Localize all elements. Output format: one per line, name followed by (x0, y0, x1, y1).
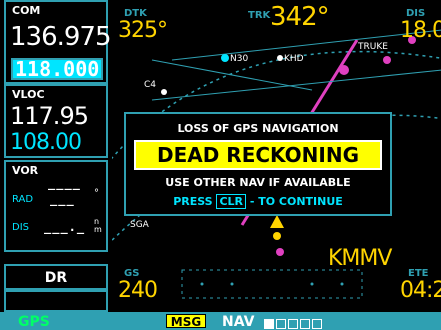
com-section[interactable]: COM 136.975 118.000 (4, 0, 112, 84)
nav-signal-indicator (264, 316, 330, 329)
destination-symbol (276, 248, 284, 256)
dtk-value: 325° (118, 18, 168, 43)
dis-label: DIS (12, 222, 29, 233)
com-header: COM (12, 4, 41, 17)
com-active-frequency: 136.975 (10, 22, 112, 52)
vor-ident: ____ (48, 176, 81, 190)
airway-2 (151, 69, 441, 101)
waypoint-sga: SGA (130, 220, 149, 230)
empty-field (4, 290, 108, 312)
vloc-active-frequency: 117.95 (10, 102, 89, 130)
mode-gps: GPS (18, 314, 50, 330)
gps-screen: COM 136.975 118.000 VLOC 117.95 108.00 V… (0, 0, 441, 330)
vloc-standby-frequency[interactable]: 108.00 (10, 130, 82, 155)
nav-annunciator: NAV (222, 314, 255, 330)
airport-symbol-1 (270, 215, 284, 228)
airport-symbol-2 (273, 232, 281, 240)
waypoint-truke: TRUKE (358, 42, 388, 52)
dis-value: ___._ (44, 220, 86, 234)
dr-label: DR (44, 270, 68, 286)
airway-3 (151, 59, 313, 91)
com-standby-frequency[interactable]: 118.000 (11, 58, 103, 80)
waypoint-khd: KHD (284, 54, 304, 64)
vor-section: VOR ____ RAD ___ ° DIS ___._ nm (4, 160, 108, 252)
ete-value: 04:29 (400, 278, 441, 303)
degree-mark: ° (94, 188, 99, 199)
vloc-header: VLOC (12, 88, 45, 101)
rad-label: RAD (12, 194, 34, 205)
trk-label: TRK (248, 10, 271, 21)
nm-unit: nm (94, 217, 102, 234)
vor-header: VOR (12, 164, 39, 177)
waypoint-n30: N30 (230, 54, 249, 64)
alert-message: DEAD RECKONING (134, 140, 382, 170)
alert-title: LOSS OF GPS NAVIGATION (177, 122, 339, 135)
rad-value: ___ (50, 192, 75, 206)
destination-label: KMMV (328, 246, 392, 271)
waypoint-c4: C4 (144, 80, 157, 90)
gs-value: 240 (118, 278, 158, 303)
gps-loss-alert[interactable]: LOSS OF GPS NAVIGATION DEAD RECKONING US… (124, 112, 392, 216)
clr-key-label[interactable]: CLR (216, 194, 246, 209)
status-bar: GPS MSG NAV (0, 312, 441, 330)
msg-annunciator[interactable]: MSG (166, 314, 206, 329)
dis-field-value: 18.0 (400, 18, 441, 43)
dr-indicator: DR (4, 264, 108, 290)
trk-value: 342° (270, 2, 330, 32)
alert-instruction: USE OTHER NAV IF AVAILABLE (165, 176, 351, 189)
alert-continue-instruction: PRESS CLR - TO CONTINUE (173, 194, 343, 209)
left-panel: COM 136.975 118.000 VLOC 117.95 108.00 V… (0, 0, 112, 312)
range-box (181, 269, 363, 299)
vloc-section[interactable]: VLOC 117.95 108.00 (4, 84, 108, 158)
